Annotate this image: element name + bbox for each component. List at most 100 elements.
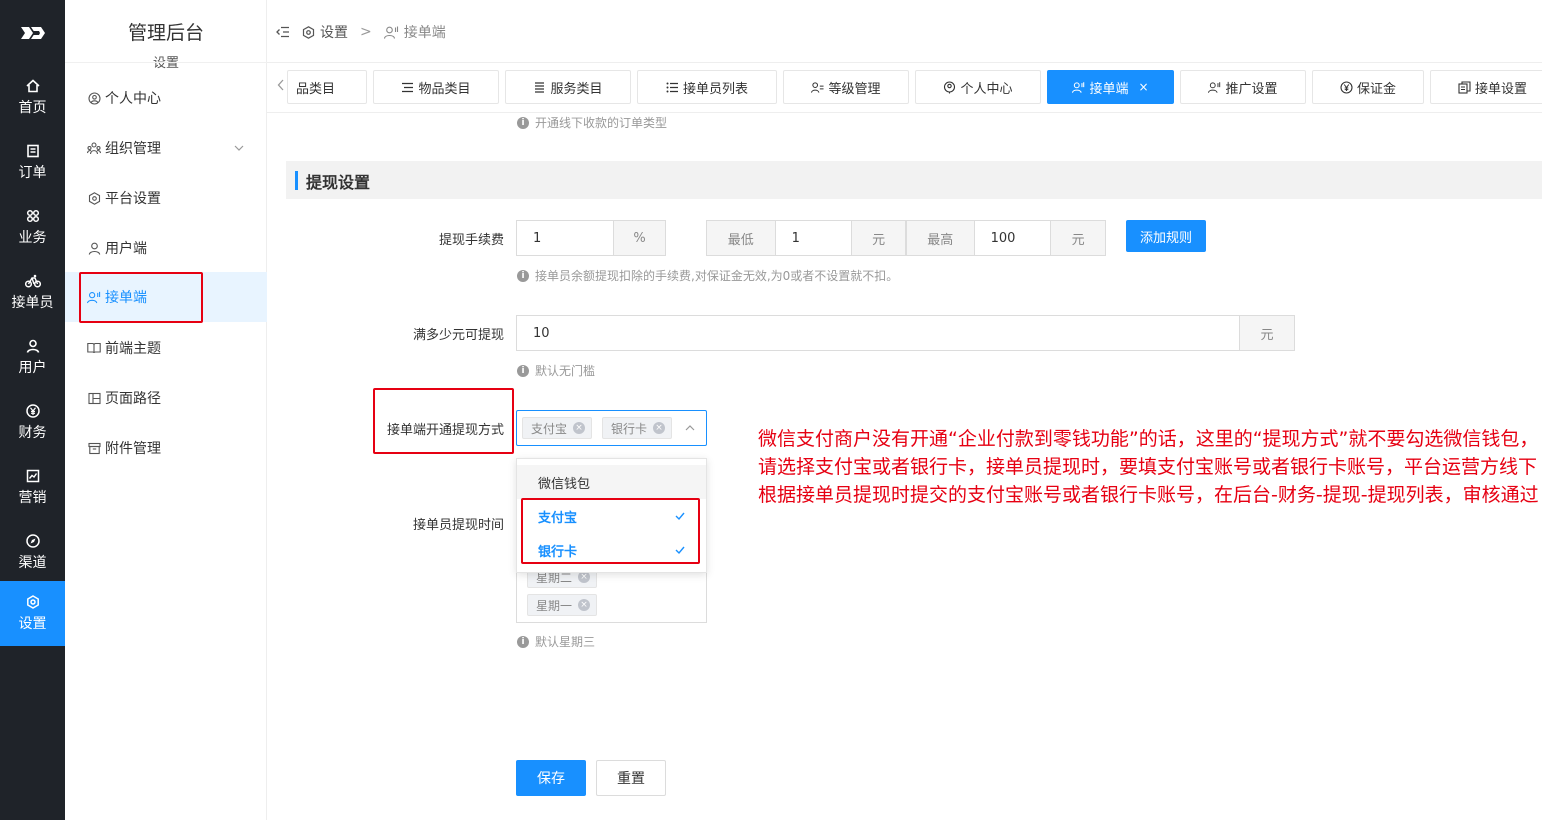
tab-item-promotion[interactable]: 推广设置: [1180, 70, 1306, 104]
chevron-down-icon: [233, 142, 245, 154]
rail-item-users[interactable]: 用户: [0, 325, 65, 390]
rail-item-label: 首页: [18, 100, 47, 116]
yuan-icon: [25, 403, 41, 419]
chip-remove-icon[interactable]: ×: [653, 422, 666, 434]
check-icon: [674, 510, 686, 522]
org-icon: [87, 141, 101, 155]
tab-item-deposit[interactable]: 保证金: [1312, 70, 1424, 104]
tab-label: 推广设置: [1225, 81, 1278, 97]
bullet-list-icon: [666, 81, 679, 94]
threshold-label: 满多少元可提现: [412, 328, 504, 343]
rail-item-orders[interactable]: 订单: [0, 130, 65, 195]
yuan-icon: [1340, 80, 1353, 94]
tab-item-profile[interactable]: 个人中心: [915, 70, 1041, 104]
tab-label: 接单端: [1089, 81, 1129, 97]
user-signal-icon: [87, 290, 101, 304]
tab-label: 品类目: [296, 81, 336, 97]
section-withdraw-settings: 提现设置: [286, 161, 1542, 199]
logo-icon[interactable]: [0, 0, 65, 65]
chip-remove-icon[interactable]: ×: [578, 599, 591, 611]
option-alipay[interactable]: 支付宝: [517, 499, 706, 533]
tab-label: 物品类目: [418, 81, 471, 97]
fee-max-input[interactable]: 100: [975, 221, 1051, 255]
fee-min-label: 最低: [707, 221, 776, 255]
fee-max-unit: 元: [1050, 221, 1105, 255]
user-signal-icon: [1208, 81, 1221, 94]
tab-label: 接单设置: [1474, 81, 1527, 97]
option-wechat-wallet[interactable]: 微信钱包: [517, 465, 706, 499]
sidebar-item-label: 组织管理: [105, 141, 161, 157]
rail-item-label: 订单: [18, 165, 47, 181]
option-label: 微信钱包: [538, 476, 591, 492]
tab-item-courier-client[interactable]: 接单端 ×: [1047, 70, 1174, 104]
rail-item-channels[interactable]: 渠道: [0, 520, 65, 585]
rail-item-settings[interactable]: 设置: [0, 581, 65, 646]
breadcrumb-current: 接单端: [403, 25, 446, 41]
rail-item-home[interactable]: 首页: [0, 65, 65, 130]
sidebar-item-courier-client[interactable]: 接单端: [65, 272, 267, 322]
tab-label: 接单员列表: [682, 81, 748, 97]
save-button[interactable]: 保存: [516, 760, 586, 796]
settings-sidebar: 管理后台 设置 个人中心 组织管理 平台设置 用户端 接单端 前端主题 页面路径…: [65, 0, 267, 820]
sidebar-item-organization[interactable]: 组织管理: [65, 123, 267, 173]
sidebar-item-profile[interactable]: 个人中心: [65, 73, 267, 123]
tab-close-icon[interactable]: ×: [1138, 80, 1148, 94]
order-icon: [25, 143, 41, 159]
icon-rail: 首页 订单 业务 接单员 用户 财务 营销 渠道 设置: [0, 0, 65, 820]
menu-fold-icon[interactable]: [276, 26, 290, 38]
tab-label: 服务类目: [550, 81, 603, 97]
methods-label: 接单端开通提现方式: [386, 423, 504, 438]
sidebar-item-platform[interactable]: 平台设置: [65, 173, 267, 223]
sidebar-item-theme[interactable]: 前端主题: [65, 323, 267, 373]
hint-threshold: i 默认无门槛: [517, 362, 595, 379]
list-icon: [401, 81, 414, 94]
add-rule-button[interactable]: 添加规则: [1126, 220, 1206, 252]
tab-item-category[interactable]: 品类目: [287, 70, 367, 104]
chip-remove-icon[interactable]: ×: [573, 422, 586, 434]
tab-item-order-settings[interactable]: 接单设置: [1430, 70, 1542, 104]
rail-item-business[interactable]: 业务: [0, 195, 65, 260]
tab-label: 等级管理: [828, 81, 881, 97]
rail-item-courier[interactable]: 接单员: [0, 260, 65, 325]
threshold-input[interactable]: 10: [517, 316, 1239, 350]
method-chip-bank-card: 银行卡 ×: [602, 417, 673, 439]
tab-item-courier-list[interactable]: 接单员列表: [637, 70, 777, 104]
sidebar-item-attachments[interactable]: 附件管理: [65, 423, 267, 473]
rail-item-finance[interactable]: 财务: [0, 390, 65, 455]
tabs-scroll-left-icon[interactable]: [277, 79, 285, 95]
option-bank-card[interactable]: 银行卡: [517, 533, 706, 567]
fee-min-group: 最低 1 元: [706, 220, 906, 256]
option-label: 支付宝: [538, 510, 578, 526]
threshold-input-group: 10 元: [516, 315, 1295, 351]
fee-min-input[interactable]: 1: [776, 221, 852, 255]
breadcrumb-root[interactable]: 设置: [320, 22, 348, 42]
tabs-bar: 品类目 物品类目 服务类目 接单员列表 等级管理 个人中心 接单端 × 推广设置…: [267, 63, 1542, 113]
methods-dropdown: 微信钱包 支付宝 银行卡: [516, 458, 707, 573]
user-signal-icon: [1072, 81, 1085, 94]
fee-input[interactable]: 1: [517, 221, 613, 255]
sidebar-item-page-path[interactable]: 页面路径: [65, 373, 267, 423]
fee-input-group: 1 %: [516, 220, 666, 256]
withdraw-time-label: 接单员提现时间: [412, 518, 504, 533]
tab-item-goods-category[interactable]: 物品类目: [373, 70, 499, 104]
tab-item-level[interactable]: 等级管理: [783, 70, 909, 104]
section-marker: [295, 171, 298, 190]
hint-text: 默认无门槛: [535, 364, 596, 378]
user-signal-icon: [383, 26, 399, 39]
annotation-note: 微信支付商户没有开通“企业付款到零钱功能”的话，这里的“提现方式”就不要勾选微信…: [758, 428, 1539, 506]
tab-item-service-category[interactable]: 服务类目: [505, 70, 631, 104]
chart-icon: [25, 468, 41, 484]
option-label: 银行卡: [538, 544, 578, 560]
rail-item-marketing[interactable]: 营销: [0, 455, 65, 520]
chip-label: 支付宝: [531, 421, 568, 436]
methods-multiselect[interactable]: 支付宝 × 银行卡 ×: [516, 410, 707, 446]
main-content: i 开通线下收款的订单类型 提现设置 提现手续费 1 % 最低 1 元 最高 1…: [267, 113, 1542, 820]
rail-item-label: 设置: [18, 616, 47, 632]
sidebar-item-user-client[interactable]: 用户端: [65, 223, 267, 273]
rail-item-label: 用户: [18, 360, 47, 376]
hint-fee: i 接单员余额提现扣除的手续费,对保证金无效,为0或者不设置就不扣。: [517, 267, 898, 284]
rail-item-label: 财务: [18, 425, 47, 441]
hint-text: 接单员余额提现扣除的手续费,对保证金无效,为0或者不设置就不扣。: [535, 269, 899, 283]
reset-button[interactable]: 重置: [596, 760, 666, 796]
info-icon: i: [517, 116, 529, 129]
